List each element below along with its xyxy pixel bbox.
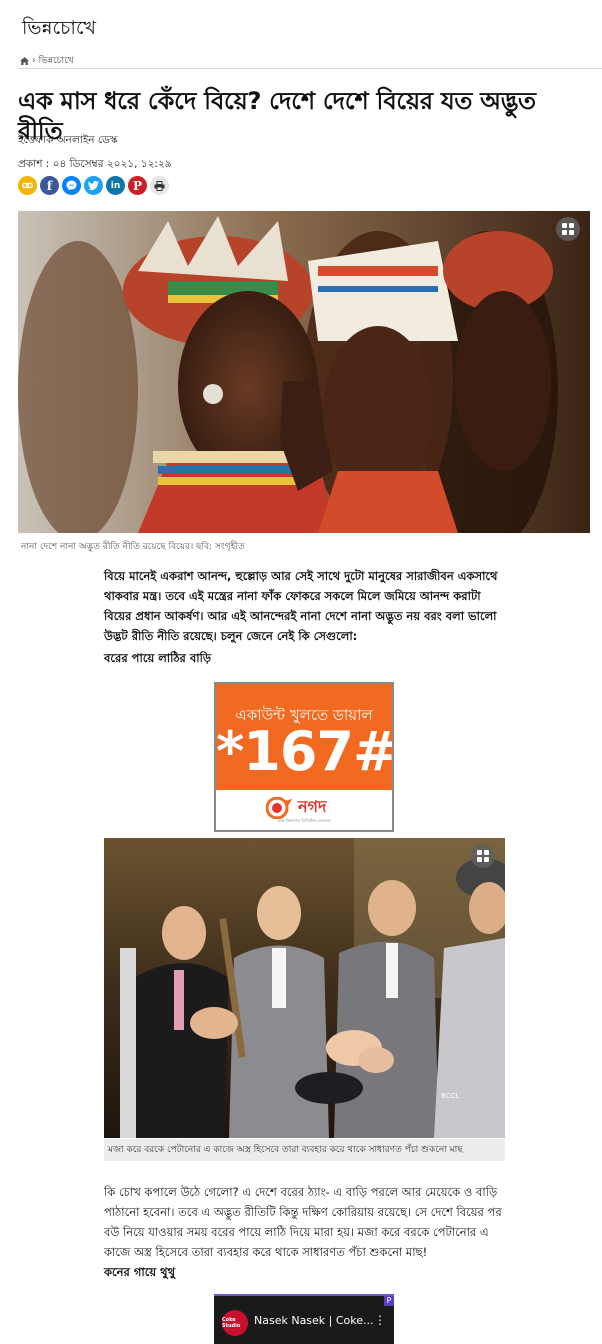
link-icon[interactable] (18, 176, 37, 195)
more-vert-icon[interactable]: ⋮ (374, 1313, 386, 1327)
korean-wedding-photo[interactable]: BCCL (104, 838, 505, 1138)
gallery-icon[interactable] (471, 844, 495, 868)
subhead-stick-beating: বরের পায়ে লাঠির বাড়ি (104, 651, 212, 665)
breadcrumb-current[interactable]: ভিন্নচোখে (39, 53, 74, 68)
hero-caption: নানা দেশে নানা অদ্ভুত রীতি নীতি রয়েছে ব… (21, 542, 245, 552)
home-icon[interactable] (20, 56, 29, 65)
facebook-icon[interactable]: f (40, 176, 59, 195)
ad-brand-name: নগদ (298, 797, 327, 816)
section-title[interactable]: ভিন্নচোখে (22, 14, 96, 46)
video-title[interactable]: Nasek Nasek | Coke... (254, 1314, 374, 1327)
messenger-icon[interactable] (62, 176, 81, 195)
linkedin-icon[interactable]: in (106, 176, 125, 195)
ad-dial-code: *167# (216, 720, 394, 783)
breadcrumb-separator: › (32, 55, 36, 66)
breadcrumb: › ভিন্নচোখে (20, 53, 74, 68)
intro-paragraph: বিয়ে মানেই একরাশ আনন্দ, হুল্লোড় আর সেই… (104, 569, 498, 643)
nagad-logo-icon (266, 796, 292, 819)
video-embed[interactable]: P Coke Studio Nasek Nasek | Coke... ⋮ (214, 1294, 394, 1344)
ad-brand-subtitle: ডাক বিভাগের ডিজিটাল লেনদেন (277, 818, 331, 823)
video-badge-icon: P (384, 1296, 394, 1306)
gallery-icon[interactable] (556, 217, 580, 241)
channel-logo[interactable]: Coke Studio (222, 1310, 248, 1336)
header-divider (18, 68, 602, 69)
print-icon[interactable] (150, 176, 169, 195)
nagad-advertisement[interactable]: একাউন্ট খুলতে ডায়াল *167# নগদ ডাক বিভাগ… (214, 682, 394, 832)
share-bar: f in P (18, 176, 169, 195)
subhead-spitting: কনের গায়ে থুথু (104, 1265, 176, 1279)
ad-brand: নগদ (266, 794, 326, 821)
photo-credit: BCCL (441, 1092, 460, 1100)
author-name[interactable]: ইত্তেফাক অনলাইন ডেস্ক (18, 133, 117, 150)
pinterest-icon[interactable]: P (128, 176, 147, 195)
hero-image[interactable] (18, 211, 590, 533)
twitter-icon[interactable] (84, 176, 103, 195)
photo2-caption: মজা করে বরকে পেটানোর এ কাজে অস্ত্র হিসেব… (104, 1139, 505, 1161)
video-progress-line (214, 1294, 394, 1296)
published-date: প্রকাশ : ০৪ ডিসেম্বর ২০২১, ১২:২৯ (18, 158, 172, 170)
paragraph-korea: কি চোখ কপালে উঠে গেলো? এ দেশে বরের ঠ্যাং… (104, 1185, 502, 1259)
